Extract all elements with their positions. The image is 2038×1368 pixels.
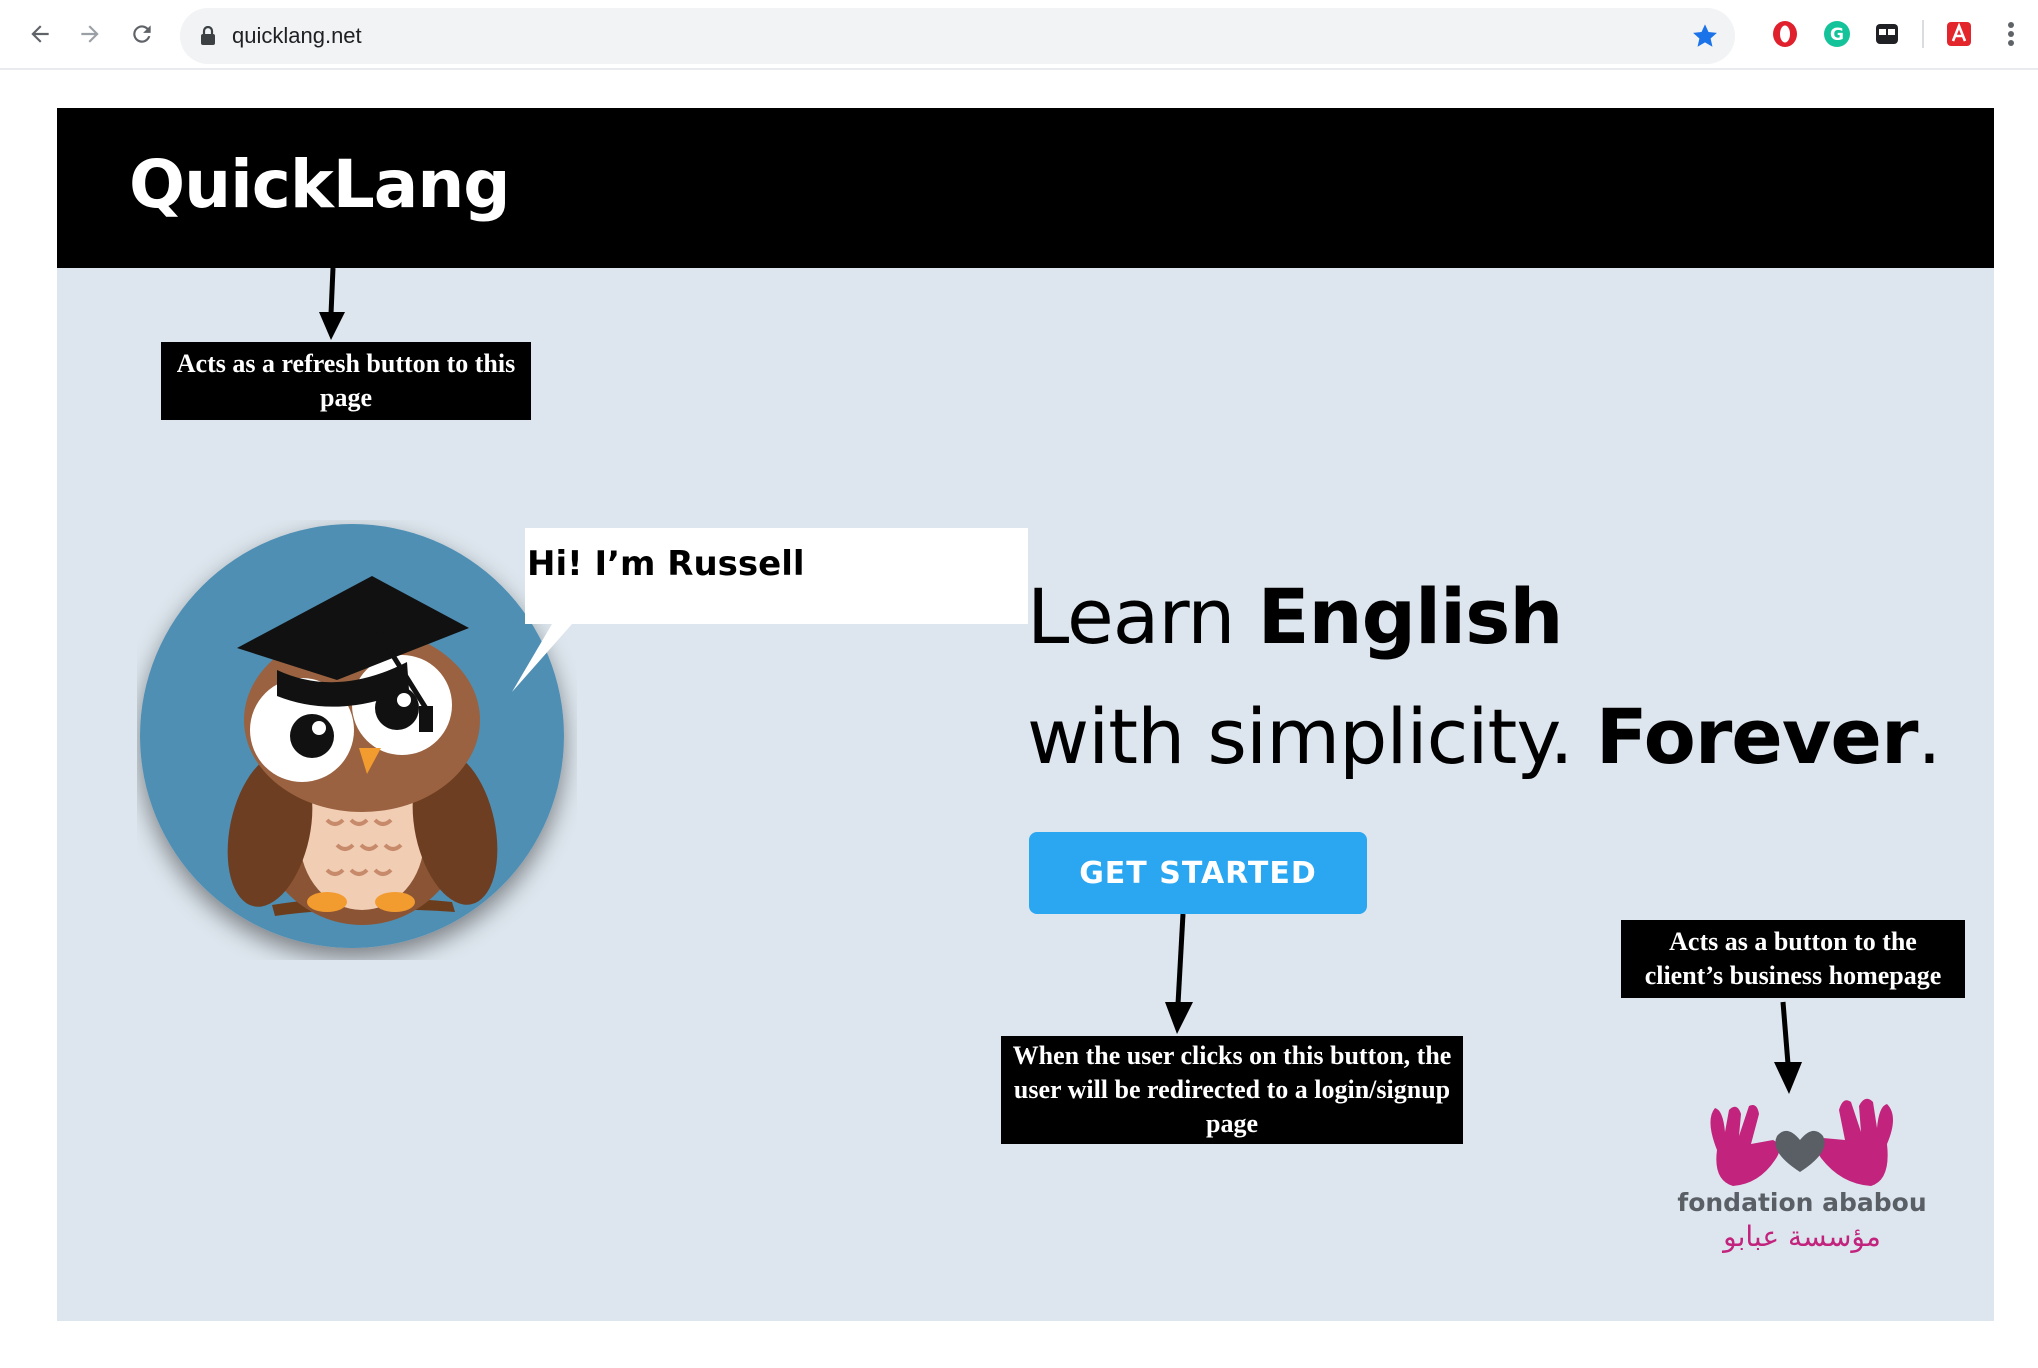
speech-bubble-text: Hi! I’m Russell [527,544,805,584]
acrobat-extension[interactable] [1942,17,1976,51]
headline-period: . [1917,692,1941,781]
logo-arrow-head [319,312,345,340]
reload-icon [133,25,151,43]
opera-extension-icon [1773,21,1797,47]
svg-text:G: G [1830,25,1844,45]
headline-line-1: Learn English [1027,572,1564,661]
forward-arrow-icon [81,25,99,43]
more-menu-button[interactable] [1994,17,2028,51]
bookmark-star-icon[interactable] [1691,22,1719,50]
headline-learn: Learn [1027,572,1258,661]
browser-toolbar: quicklang.net G [0,0,2038,70]
back-arrow-icon [31,25,49,43]
toolbar-divider [1922,20,1924,48]
lock-icon [201,26,215,45]
back-button[interactable] [20,14,60,54]
reload-button[interactable] [122,14,162,54]
get-started-button[interactable]: GET STARTED [1029,832,1367,914]
extension-button[interactable] [1870,17,1904,51]
grammarly-extension[interactable]: G [1820,17,1854,51]
acrobat-extension-icon [1947,22,1971,46]
client-arrow-line [1780,1001,1791,1065]
forward-button[interactable] [70,14,110,54]
page-content: QuickLang Acts as a refresh button to th… [57,108,1994,1321]
logo-arrow-line [328,267,336,315]
more-menu-icon [2008,22,2014,46]
client-logo-name: fondation ababou [1677,1188,1927,1217]
headline-simplicity: with simplicity. [1027,692,1596,781]
extension-icon [1876,24,1898,44]
opera-extension[interactable] [1768,17,1802,51]
grammarly-extension-icon: G [1824,21,1850,47]
headline-english: English [1257,572,1564,661]
url-text: quicklang.net [232,23,362,48]
cta-arrow-line [1175,913,1186,1005]
hands-heart-icon [1710,1098,1893,1186]
headline-line-2: with simplicity. Forever. [1027,692,1942,781]
client-logo-arabic: مؤسسة عبابو [1723,1220,1881,1253]
client-logo-link[interactable]: fondation ababou مؤسسة عبابو [1677,1080,1927,1280]
address-bar[interactable]: quicklang.net [180,8,1735,64]
headline-forever: Forever [1595,692,1919,781]
cta-arrow-head [1165,1002,1193,1034]
